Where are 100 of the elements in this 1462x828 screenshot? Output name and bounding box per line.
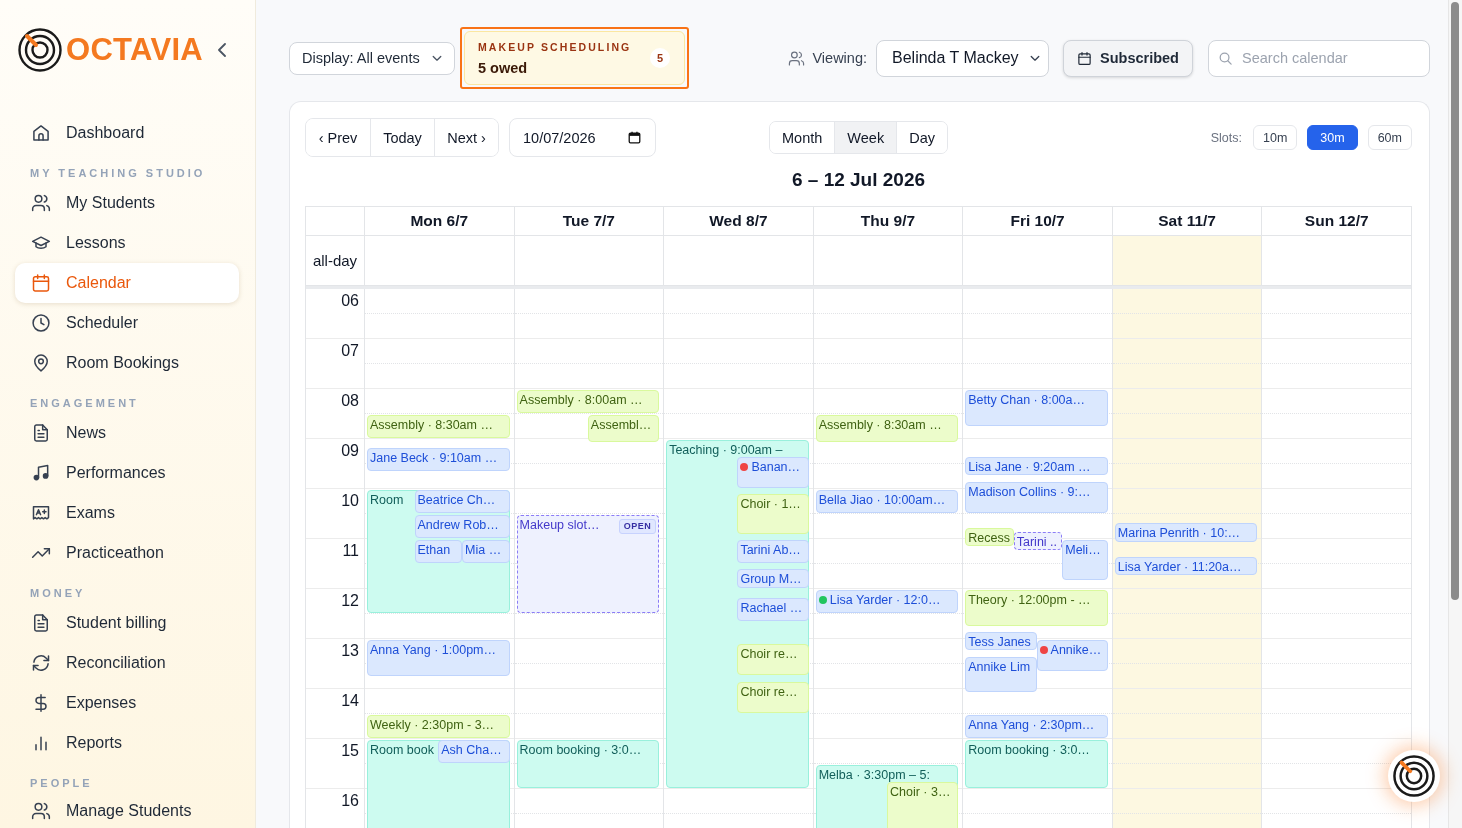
makeup-slot-event[interactable]: Tarini .. <box>1013 531 1063 551</box>
hour-label: 15 <box>341 742 359 759</box>
group-event[interactable]: Recess <box>965 527 1014 547</box>
date-field[interactable]: 10/07/2026 <box>509 118 656 157</box>
lesson-event[interactable]: Madison Collins · 9:… <box>965 481 1108 513</box>
all-day-label: all-day <box>312 252 358 269</box>
lesson-event[interactable]: Lisa Jane · 9:20am … <box>965 456 1108 476</box>
lesson-event[interactable]: Tess Janes <box>965 631 1037 651</box>
people-icon <box>31 193 51 213</box>
lesson-event[interactable]: Jane Beck · 9:10am … <box>367 448 510 472</box>
lesson-event[interactable]: Beatrice Ch… <box>414 490 510 513</box>
collapse-sidebar-button[interactable] <box>215 40 229 60</box>
hour-label: 09 <box>341 442 359 459</box>
nav-item[interactable]: Calendar <box>15 263 239 303</box>
lesson-event[interactable]: Annike Lim <box>965 656 1037 693</box>
day-header: Fri 10/7 <box>1010 212 1065 230</box>
lesson-event[interactable]: Marina Penrith · 10:… <box>1114 523 1258 543</box>
lesson-event[interactable]: Ash Cha… <box>438 740 510 763</box>
makeup-slot-event[interactable]: Makeup slot… OPEN <box>516 515 660 613</box>
subscribed-button[interactable]: Subscribed <box>1063 39 1193 77</box>
slot-size-button[interactable]: 10m <box>1253 125 1298 150</box>
concentric-rings-logo-icon <box>18 28 62 72</box>
lesson-event[interactable]: Annike… <box>1036 640 1108 672</box>
nav-item[interactable]: Lessons <box>15 223 239 263</box>
display-filter-dropdown[interactable]: Display: All events <box>289 41 455 75</box>
lesson-event[interactable]: Rachael … <box>737 598 809 622</box>
group-event[interactable]: Assembly · 8:00am … <box>516 390 660 413</box>
group-event[interactable]: Choir re… <box>737 644 809 676</box>
hour-label: 11 <box>342 542 359 559</box>
nav-item[interactable]: Room Bookings <box>15 343 239 383</box>
nav-item[interactable]: Practiceathon <box>15 533 239 573</box>
lesson-event[interactable]: Mia … <box>462 540 510 563</box>
group-event[interactable]: Weekly · 2:30pm - 3… <box>367 715 510 738</box>
group-event[interactable]: Choir re… <box>737 681 809 713</box>
view-tab[interactable]: Week <box>834 122 897 153</box>
lesson-event[interactable]: Tarini Ab… <box>737 540 809 563</box>
nav-section-heading: MONEY <box>30 586 87 600</box>
booking-event[interactable]: Room booking · 3:0… <box>965 740 1108 788</box>
group-event[interactable]: Theory · 12:00pm - … <box>965 590 1108 626</box>
slot-size-button[interactable]: 60m <box>1367 125 1412 150</box>
lesson-event[interactable]: Lisa Yarder · 11:20a… <box>1114 556 1258 576</box>
hour-label: 12 <box>341 592 359 609</box>
nav-item[interactable]: Reconciliation <box>15 643 239 683</box>
hour-label: 08 <box>341 392 359 409</box>
status-badge: OPEN <box>618 519 657 534</box>
hour-label: 13 <box>341 642 359 659</box>
group-event[interactable]: Assembly · 8:30am … <box>815 415 959 443</box>
home-icon <box>31 123 51 143</box>
lesson-event[interactable]: Bella Jiao · 10:00am… <box>815 490 959 513</box>
nav-item[interactable]: Exams <box>15 493 239 533</box>
booking-event[interactable]: Melba · 3:30pm – 5: Choir · 3… <box>815 765 959 828</box>
lesson-event[interactable]: Banan… <box>737 456 809 488</box>
people-icon <box>788 49 806 67</box>
document-icon <box>31 423 51 443</box>
nav-item[interactable]: Dashboard <box>15 113 239 153</box>
booking-event[interactable]: Room book Ash Cha… <box>367 740 510 828</box>
lesson-event[interactable]: Meli… <box>1062 540 1108 580</box>
calendar-icon <box>31 273 51 293</box>
booking-event[interactable]: Room Beatrice Ch… Andrew Rob… Ethan Mia … <box>367 490 510 613</box>
slot-size-button[interactable]: 30m <box>1307 125 1358 150</box>
count-badge: 5 <box>650 48 670 68</box>
scrollbar-thumb[interactable] <box>1451 2 1459 600</box>
people-icon <box>31 800 51 821</box>
group-event[interactable]: Assembly · 8:30am … <box>367 415 510 438</box>
booking-event[interactable]: Teaching · 9:00am – Banan… Choir · 1… Tarini Ab… Group M… Rachael … Choir re… Choir re… <box>666 440 809 788</box>
lesson-event[interactable]: Group M… <box>737 569 809 588</box>
viewer-select[interactable]: Belinda T Mackey <box>876 39 1049 77</box>
nav-item[interactable]: Reports <box>15 723 239 763</box>
nav-section-heading: ENGAGEMENT <box>30 396 140 410</box>
lesson-event[interactable]: Anna Yang · 2:30pm… <box>965 715 1108 738</box>
group-event[interactable]: Choir · 1… <box>737 494 809 534</box>
nav-item[interactable]: My Students <box>15 183 239 223</box>
nav-item[interactable]: Performances <box>15 453 239 493</box>
slots-label: Slots: <box>1210 130 1242 145</box>
lesson-event[interactable]: Andrew Rob… <box>414 515 510 538</box>
group-event[interactable]: Choir · 3… <box>887 781 959 828</box>
nav-item[interactable]: Expenses <box>15 683 239 723</box>
nav-item[interactable]: News <box>15 413 239 453</box>
date-range-title: 6 – 12 Jul 2026 <box>790 168 927 192</box>
lesson-event[interactable]: Lisa Yarder · 12:0… <box>815 590 959 613</box>
booking-event[interactable]: Room booking · 3:0… <box>516 740 660 788</box>
lesson-event[interactable]: Betty Chan · 8:00a… <box>965 390 1108 426</box>
nav-item[interactable]: Scheduler <box>15 303 239 343</box>
day-header: Sun 12/7 <box>1304 212 1369 230</box>
nav-item[interactable]: Manage Students <box>15 793 239 828</box>
music-note-icon <box>31 463 51 483</box>
viewing-label: Viewing: <box>812 50 867 66</box>
hour-label: 16 <box>341 792 359 809</box>
lesson-event[interactable]: Anna Yang · 1:00pm… <box>367 640 510 676</box>
next-button[interactable]: Next › <box>434 119 498 156</box>
view-tab[interactable]: Day <box>896 122 947 153</box>
makeup-scheduling-card[interactable]: MAKEUP SCHEDULING 5 owed 5 <box>460 27 689 89</box>
hour-label: 07 <box>341 342 359 359</box>
nav-item[interactable]: Student billing <box>15 603 239 643</box>
chevron-down-icon <box>432 54 442 62</box>
nav-section-heading: PEOPLE <box>30 776 94 790</box>
lesson-event[interactable]: Ethan <box>414 540 463 563</box>
group-event[interactable]: Assembl… <box>587 415 660 443</box>
day-header: Thu 9/7 <box>860 212 916 230</box>
document-icon <box>31 613 51 633</box>
